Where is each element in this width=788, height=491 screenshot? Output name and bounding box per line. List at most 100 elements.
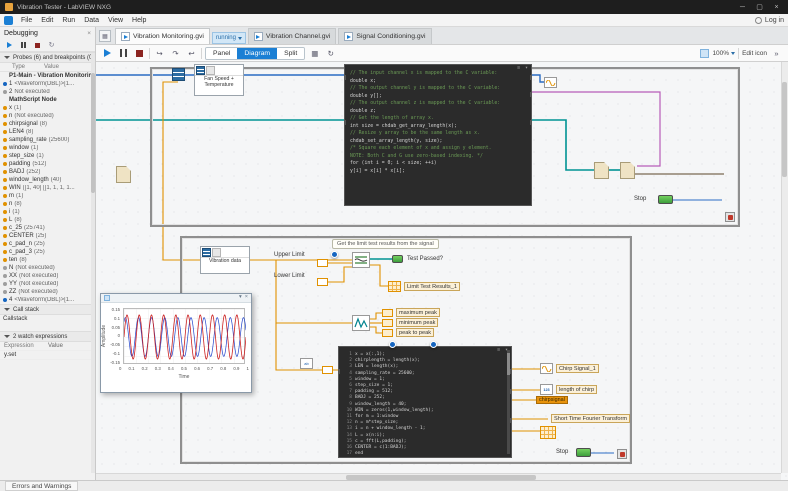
probe-row[interactable]: n (8) [0,200,95,208]
probe-row[interactable]: N (Not executed) [0,264,95,272]
probe-row[interactable]: P1-Main - Vibration Monitoring.gvi [0,72,95,80]
stop-button-led[interactable] [576,448,591,457]
probe-marker[interactable] [389,341,396,348]
probe-row[interactable]: i (1) [0,208,95,216]
probe-row[interactable]: 4 <Waveform(DBL)>[1... [0,296,95,304]
probe-row[interactable]: L (8) [0,216,95,224]
minimap-icon[interactable] [700,48,710,58]
lower-limit-constant[interactable] [317,278,328,286]
errors-warnings-tab[interactable]: Errors and Warnings [5,481,79,491]
stop-button-led[interactable] [658,195,673,204]
probe-row[interactable]: chirpsignal (8) [0,120,95,128]
probe-row[interactable]: WIN ([1, 40] [[1, 1, 1, 1... [0,184,95,192]
output-terminal[interactable] [510,418,511,423]
wire-tool-button[interactable]: ↻ [324,47,337,60]
input-terminal[interactable] [345,120,346,125]
chirpsignal-tag[interactable]: chirpsignal [536,396,568,404]
probe-row[interactable]: CENTER (25) [0,232,95,240]
vertical-scrollbar[interactable] [781,62,788,473]
tab-vibration-monitoring[interactable]: Vibration Monitoring.gvi [115,28,210,44]
probe-row[interactable]: x (1) [0,104,95,112]
scrollbar-thumb[interactable] [91,73,95,193]
login-button[interactable]: Log in [754,16,784,24]
probe-row[interactable]: sampling_rate (25600) [0,136,95,144]
collapse-panel-icon[interactable]: » [770,47,783,60]
input-terminal[interactable] [345,75,346,80]
loop-condition-terminal[interactable] [725,212,735,222]
output-terminal[interactable] [530,120,531,125]
limit-results-array-icon[interactable] [388,281,401,292]
comment-bubble[interactable]: Get the limit test results from the sign… [332,239,439,249]
probe-window-titlebar[interactable]: ▾ × [101,294,251,303]
maximize-button[interactable]: ▢ [753,3,766,11]
scrollbar-thumb[interactable] [782,82,787,177]
debug-run-icon[interactable] [4,40,15,51]
navigation-icon[interactable]: ▦ [99,30,111,42]
step-out-button[interactable]: ↩ [185,47,198,60]
peak-measurement-node[interactable] [352,315,370,331]
edit-icon-button[interactable]: Edit icon [742,50,767,57]
numeric-indicator-icon[interactable]: 123 [540,384,553,395]
array-output-indicator-icon[interactable] [544,77,557,88]
daq-device-icon[interactable] [172,68,185,81]
probe-row[interactable]: padding (512) [0,160,95,168]
sidebar-scrollbar[interactable] [91,53,95,473]
probe-row[interactable]: c_pad_3 (25) [0,248,95,256]
write-file-icon[interactable] [594,162,609,179]
input-terminal[interactable] [339,369,340,374]
block-diagram-canvas[interactable]: Fan Speed + Temperature ≡ ▾ // The input… [96,62,788,480]
callstack-section-header[interactable]: Call stack [0,304,95,315]
callstack-item[interactable]: Callstack [0,315,95,323]
output-terminal[interactable] [510,389,511,394]
chirp-waveform-indicator-icon[interactable] [540,363,553,374]
limit-testing-node[interactable] [352,252,370,268]
pin-icon[interactable]: ▾ [239,295,242,301]
max-peak-indicator[interactable] [382,309,393,317]
probes-section-header[interactable]: Probes (6) and breakpoints (0) [0,52,95,63]
tab-signal-conditioning[interactable]: Signal Conditioning.gvi [338,28,432,44]
probe-row[interactable]: window_length (40) [0,176,95,184]
debug-pause-icon[interactable] [18,40,29,51]
abort-button[interactable] [133,47,146,60]
step-into-button[interactable]: ↪ [153,47,166,60]
fan-speed-temperature-node[interactable]: Fan Speed + Temperature [194,64,244,96]
stft-array-indicator-icon[interactable] [540,426,556,439]
probe-row[interactable]: XX (Not executed) [0,272,95,280]
watch-section-header[interactable]: 2 watch expressions [0,331,95,342]
c-script-node[interactable]: ≡ ▾ // The input channel x is mapped to … [344,64,532,206]
probe-row[interactable]: 1 <Waveform(DBL)>[1... [0,80,95,88]
probe-row[interactable]: BADJ (252) [0,168,95,176]
script-node-menu-icon[interactable]: ≡ ▾ [517,65,529,73]
probe-row[interactable]: 2 Not executed [0,88,95,96]
menu-item[interactable]: File [17,17,36,24]
probe-row[interactable]: c_pad_n (25) [0,240,95,248]
write-file-icon[interactable] [620,162,635,179]
view-diagram-button[interactable]: Diagram [237,47,278,59]
output-terminal[interactable] [530,92,531,97]
script-scrollbar[interactable] [507,350,510,454]
menu-item[interactable]: Edit [37,17,57,24]
probe-row[interactable]: MathScript Node [0,96,95,104]
loop-condition-terminal[interactable] [617,449,627,459]
peak-to-peak-indicator[interactable] [382,329,393,337]
mathscript-node[interactable]: ≡ ▾ 1 x = x(:,1); 2 chirplength = length… [338,346,512,458]
tab-vibration-channel[interactable]: Vibration Channel.gvi [247,28,337,44]
zoom-control[interactable]: 100% [712,50,736,57]
array-constant[interactable] [322,366,333,374]
vibration-data-node[interactable]: Vibration data [200,246,250,274]
menu-item[interactable]: Help [128,17,150,24]
probe-marker[interactable] [430,341,437,348]
probe-row[interactable]: window (1) [0,144,95,152]
output-terminal[interactable] [510,369,511,374]
view-panel-button[interactable]: Panel [206,47,238,59]
close-button[interactable]: × [770,4,783,11]
read-file-icon[interactable] [116,166,131,183]
step-over-button[interactable]: ↷ [169,47,182,60]
output-terminal[interactable] [530,75,531,80]
probe-row[interactable]: m (1) [0,192,95,200]
view-split-button[interactable]: Split [277,47,305,59]
running-state-dropdown[interactable]: running [211,32,246,44]
probe-row[interactable]: ZZ (Not executed) [0,288,95,296]
menu-item[interactable]: View [104,17,127,24]
probe-row[interactable]: n (Not executed) [0,112,95,120]
